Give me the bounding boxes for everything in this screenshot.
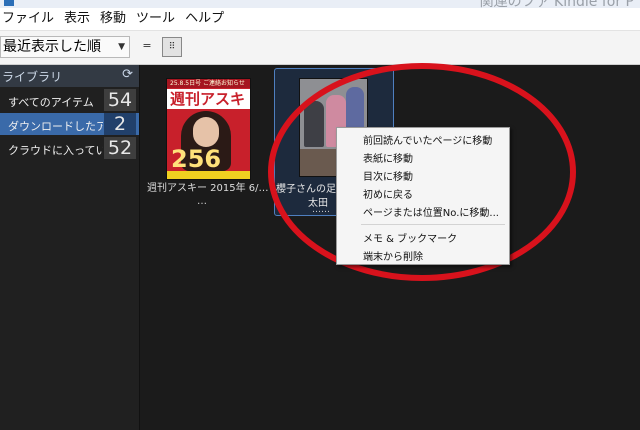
sidebar-item-downloaded[interactable]: ダウンロードしたアイテム 2	[0, 113, 139, 135]
sidebar-item-count: 52	[104, 137, 136, 159]
grid-view-icon: ⠿	[168, 42, 176, 52]
menu-go[interactable]: 移動	[95, 8, 131, 30]
sidebar-item-label: すべてのアイテム	[8, 96, 94, 109]
sidebar-item-count: 2	[104, 113, 136, 135]
cover-band	[167, 171, 250, 179]
menu-item-last-read[interactable]: 前回読んでいたページに移動	[363, 132, 492, 147]
menu-item-goto-location[interactable]: ページまたは位置No.に移動...	[363, 204, 499, 219]
menu-bar: ファイル 表示 移動 ツール ヘルプ	[0, 8, 640, 31]
sidebar-item-label: ダウンロードしたアイテム	[8, 120, 103, 133]
cover-masthead: 週刊アスキー	[167, 89, 250, 128]
book-cover[interactable]: 25.8.5日号 ご連絡お知らせ 週刊アスキー 256	[166, 78, 251, 180]
window-icon	[4, 0, 14, 6]
list-view-icon: =	[142, 39, 152, 52]
menu-tools[interactable]: ツール	[131, 8, 180, 30]
library-sidebar: ライブラリ ⟳ すべてのアイテム 54 ダウンロードしたアイテム 2 クラウドに…	[0, 65, 140, 430]
sort-dropdown[interactable]: 最近表示した順 ▼	[0, 36, 130, 58]
sidebar-item-all[interactable]: すべてのアイテム 54	[0, 89, 139, 111]
menu-item-toc[interactable]: 目次に移動	[363, 168, 413, 183]
sidebar-item-label: クラウドに入っているアイテム	[8, 144, 103, 157]
menu-help[interactable]: ヘルプ	[180, 8, 229, 30]
menu-item-beginning[interactable]: 初めに戻る	[363, 186, 413, 201]
menu-file[interactable]: ファイル	[0, 8, 59, 30]
cover-number: 256	[171, 145, 222, 173]
list-view-button[interactable]: =	[137, 37, 157, 57]
menu-view[interactable]: 表示	[59, 8, 95, 30]
menu-item-cover[interactable]: 表紙に移動	[363, 150, 413, 165]
sidebar-item-count: 54	[104, 89, 136, 111]
library-header: ライブラリ ⟳	[0, 65, 139, 87]
window-title: 関連のファ Kindle for P	[479, 0, 634, 8]
menu-separator	[361, 224, 505, 225]
menu-item-notes-bookmarks[interactable]: メモ & ブックマーク	[363, 230, 457, 245]
grid-view-button[interactable]: ⠿	[162, 37, 182, 57]
menu-item-remove-from-device[interactable]: 端末から削除	[363, 248, 423, 263]
book-title[interactable]: 週刊アスキー 2015年 6/…	[147, 179, 275, 194]
sort-dropdown-value: 最近表示した順	[3, 39, 101, 55]
chevron-down-icon: ▼	[118, 42, 125, 52]
library-header-label: ライブラリ	[2, 70, 63, 84]
context-menu: 前回読んでいたページに移動 表紙に移動 目次に移動 初めに戻る ページまたは位置…	[336, 127, 510, 265]
cover-strap: 25.8.5日号 ご連絡お知らせ	[167, 79, 250, 88]
sidebar-item-cloud[interactable]: クラウドに入っているアイテム 52	[0, 137, 139, 159]
refresh-icon[interactable]: ⟳	[122, 67, 133, 82]
title-bar: 関連のファ Kindle for P	[0, 0, 640, 8]
book-more: …	[197, 196, 207, 207]
cover-photo-face	[193, 117, 219, 147]
